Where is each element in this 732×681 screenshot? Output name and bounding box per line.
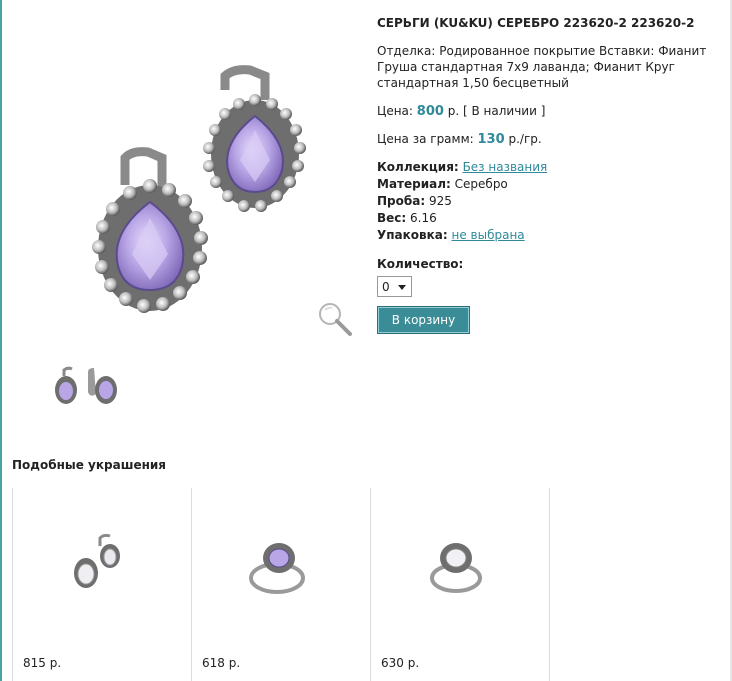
similar-item-card[interactable]: 618 р.: [191, 488, 370, 681]
similar-item-card[interactable]: 630 р.: [370, 488, 549, 681]
similar-item-card[interactable]: 815 р.: [12, 488, 191, 681]
attr-package-label: Упаковка:: [377, 228, 448, 242]
chevron-down-icon: [398, 285, 406, 290]
attr-assay: Проба: 925: [377, 193, 722, 210]
left-edge-border: [0, 0, 2, 681]
attr-assay-value: 925: [428, 194, 452, 208]
similar-ring-clear-image: [430, 543, 482, 593]
price-label: Цена:: [377, 104, 413, 118]
attr-weight: Вес: 6.16: [377, 210, 722, 227]
attr-weight-value: 6.16: [410, 211, 437, 225]
product-main-image[interactable]: [20, 20, 360, 340]
gram-price-value: 130: [477, 132, 505, 147]
add-to-cart-button[interactable]: В корзину: [377, 306, 470, 334]
magnifier-icon[interactable]: [316, 300, 354, 338]
gram-price-suffix: р./гр.: [508, 132, 542, 146]
quantity-value: 0: [382, 280, 390, 294]
quantity-label: Количество:: [377, 257, 464, 271]
price-value: 800: [416, 104, 444, 119]
price-suffix: р. [ В наличии ]: [447, 104, 546, 118]
similar-earrings-image: [74, 533, 120, 588]
attr-weight-label: Вес:: [377, 211, 407, 225]
attr-collection: Коллекция: Без названия: [377, 159, 722, 176]
similar-row-divider: [549, 488, 552, 681]
similar-item-price: 815 р.: [23, 656, 62, 670]
attr-material: Материал: Серебро: [377, 176, 722, 193]
attr-collection-label: Коллекция:: [377, 160, 459, 174]
similar-items: 815 р. 618 р. 630 р.: [12, 488, 552, 681]
package-link[interactable]: не выбрана: [452, 228, 525, 242]
attr-material-label: Материал:: [377, 177, 451, 191]
gram-price-label: Цена за грамм:: [377, 132, 474, 146]
product-description: Отделка: Родированное покрытие Вставки: …: [377, 44, 707, 90]
gram-price-line: Цена за грамм: 130 р./гр.: [377, 131, 722, 148]
collection-link[interactable]: Без названия: [463, 160, 548, 174]
product-title: СЕРЬГИ (KU&KU) СЕРЕБРО 223620-2 223620-2: [377, 16, 695, 30]
quantity-select[interactable]: 0: [377, 276, 412, 297]
similar-ring-lavender-image: [249, 543, 305, 594]
similar-item-price: 618 р.: [202, 656, 241, 670]
product-info: СЕРЬГИ (KU&KU) СЕРЕБРО 223620-2 223620-2…: [377, 15, 722, 334]
attr-package: Упаковка: не выбрана: [377, 227, 722, 244]
similar-item-price: 630 р.: [381, 656, 420, 670]
attr-assay-label: Проба:: [377, 194, 426, 208]
attr-material-value: Серебро: [454, 177, 508, 191]
price-line: Цена: 800 р. [ В наличии ]: [377, 103, 722, 120]
product-thumbnail[interactable]: [48, 364, 122, 410]
similar-title: Подобные украшения: [12, 458, 167, 472]
